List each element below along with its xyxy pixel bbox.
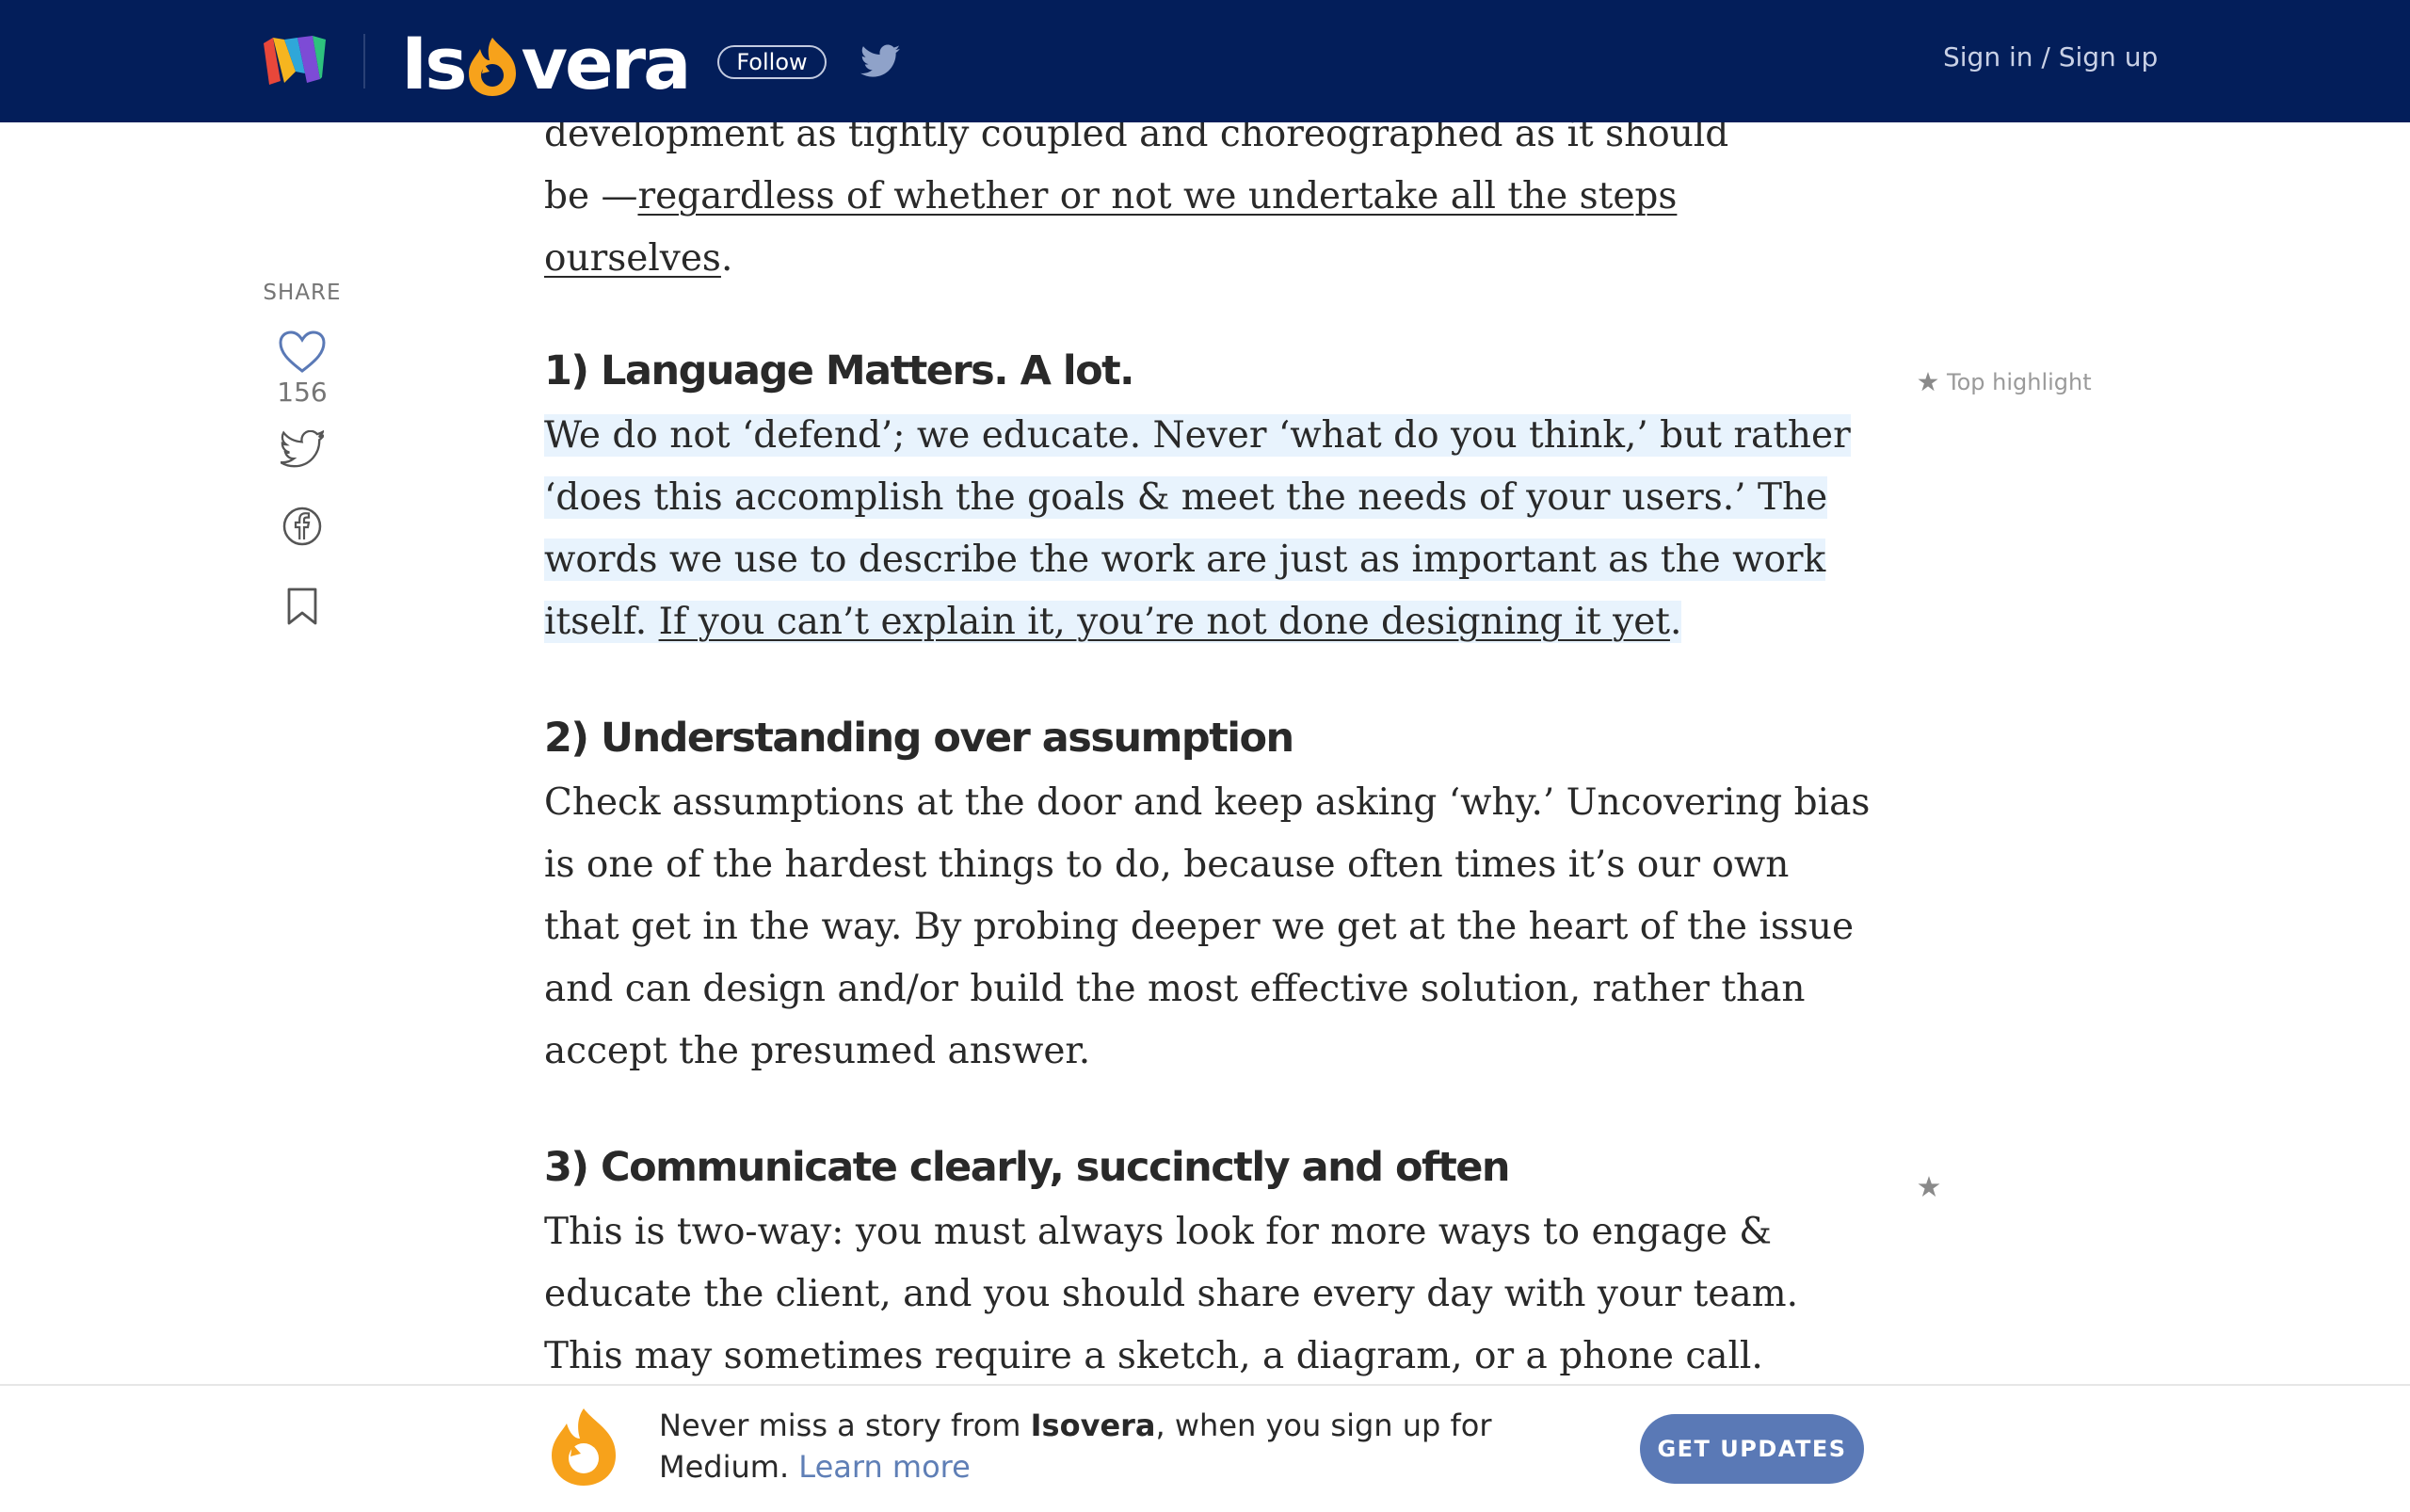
isovera-flame-icon (468, 38, 516, 96)
intro-end: . (720, 237, 733, 280)
logo-divider (363, 34, 365, 88)
share-facebook-icon[interactable] (281, 506, 323, 547)
top-highlight-marker: Top highlight (1917, 369, 2092, 395)
share-label: SHARE (263, 281, 342, 305)
brand-text-vera: vera (521, 21, 692, 105)
banner-message: Never miss a story from Isovera, when yo… (659, 1405, 1506, 1488)
section-heading-2: 2) Understanding over assumption (544, 715, 1294, 762)
follow-button[interactable]: Follow (717, 45, 827, 79)
section-heading-3: 3) Communicate clearly, succinctly and o… (544, 1144, 1511, 1191)
highlighted-text-end: . (1669, 601, 1682, 643)
share-rail: SHARE 156 (254, 281, 350, 626)
section-paragraph-2: Check assumptions at the door and keep a… (544, 781, 1871, 1072)
brand-text-is: Is (401, 21, 467, 105)
learn-more-link[interactable]: Learn more (798, 1449, 971, 1485)
signup-banner: Never miss a story from Isovera, when yo… (0, 1384, 2410, 1508)
article-body: development as tightly coupled and chore… (544, 104, 1872, 1512)
star-icon (1918, 372, 1938, 392)
section-paragraph-1[interactable]: We do not ‘defend’; we educate. Never ‘w… (544, 405, 1872, 653)
publication-logo[interactable]: Is vera (401, 21, 692, 105)
section-heading-1: 1) Language Matters. A lot. (544, 347, 1135, 394)
share-twitter-icon[interactable] (281, 430, 324, 468)
isovera-flame-logo-icon (552, 1408, 616, 1486)
banner-brand: Isovera (1030, 1407, 1156, 1443)
clap-count: 156 (277, 377, 328, 408)
banner-text-before: Never miss a story from (659, 1407, 1031, 1443)
get-updates-button[interactable]: GET UPDATES (1640, 1414, 1864, 1484)
top-navigation-bar: Is vera Follow Sign in / Sign up (0, 0, 2410, 122)
signin-signup-link[interactable]: Sign in / Sign up (1943, 41, 2158, 72)
top-highlight-label: Top highlight (1947, 369, 2092, 395)
highlight-star-icon (1918, 1176, 1940, 1197)
clap-heart-icon[interactable] (278, 330, 327, 375)
intro-paragraph: development as tightly coupled and chore… (544, 104, 1730, 290)
medium-logo-icon[interactable] (264, 36, 326, 87)
twitter-icon[interactable] (860, 44, 900, 78)
intro-link[interactable]: regardless of whether or not we undertak… (544, 175, 1677, 280)
bookmark-icon[interactable] (286, 587, 318, 626)
highlighted-link[interactable]: If you can’t explain it, you’re not done… (658, 601, 1670, 643)
